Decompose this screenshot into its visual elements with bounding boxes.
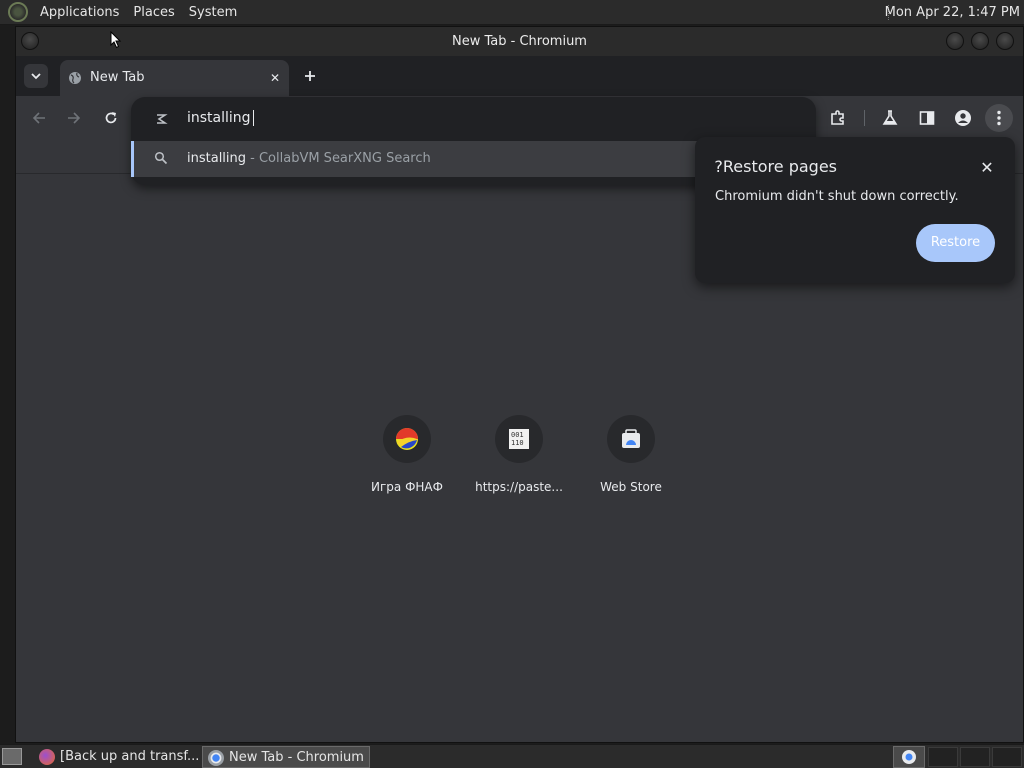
bubble-message: Chromium didn't shut down correctly. [715,189,959,204]
side-panel-icon [919,111,935,125]
chromium-icon [208,750,224,766]
panel-clock[interactable]: Mon Apr 22, 1:47 PM [885,0,1020,25]
suggestion-query: installing [187,151,247,166]
shortcut-tile[interactable]: Игра ФНАФ [351,415,463,494]
svg-text:001: 001 [511,431,524,439]
taskbar-item-label: New Tab - Chromium [229,750,364,765]
distro-logo-icon[interactable] [8,2,28,22]
top-panel: Applications Places System Mon Apr 22, 1… [0,0,1024,25]
address-bar[interactable]: installing [131,97,816,141]
toolbar-divider [864,110,865,126]
restore-pages-bubble: Restore pages? ✕ Chromium didn't shut do… [695,137,1015,283]
workspace-3[interactable] [960,747,990,767]
shortcut-tile[interactable]: 001 110 https://paste... [463,415,575,494]
shortcut-icon-circle [383,415,431,463]
shortcut-title: Игра ФНАФ [371,480,443,494]
puzzle-piece-icon [831,110,844,125]
searxng-icon [157,114,168,124]
back-arrow-icon [32,112,45,124]
maximize-button[interactable] [971,32,989,50]
tab-search-button[interactable] [24,64,48,88]
workspace-4[interactable] [992,747,1022,767]
svg-text:110: 110 [511,439,524,447]
browser-menu-button[interactable] [985,104,1013,132]
binary-document-icon: 001 110 [509,429,529,449]
reload-button[interactable] [97,104,125,132]
side-panel-button[interactable] [913,104,941,132]
applications-menu[interactable]: Applications [33,0,126,25]
shortcut-tile[interactable]: Web Store [575,415,687,494]
firefox-icon [39,749,55,765]
shortcut-icon-circle: 001 110 [495,415,543,463]
workspace-2[interactable] [928,747,958,767]
minimize-button[interactable] [946,32,964,50]
show-desktop-icon[interactable] [2,748,22,765]
close-window-button[interactable] [996,32,1014,50]
chromium-icon [902,750,916,764]
plus-icon [305,71,315,81]
tab-close-icon[interactable]: ✕ [267,70,283,86]
shortcut-title: Web Store [600,480,662,494]
close-icon[interactable]: ✕ [977,157,997,177]
back-button[interactable] [25,104,53,132]
bubble-title: Restore pages? [715,157,837,176]
tab-title: New Tab [90,70,145,85]
window-titlebar[interactable]: New Tab - Chromium [16,27,1023,56]
shortcut-icon-circle [607,415,655,463]
address-bar-input[interactable]: installing [187,97,254,139]
flask-icon [882,110,898,125]
reload-icon [105,112,117,124]
restore-button[interactable]: Restore [916,224,995,262]
fnaf-icon [396,428,418,450]
taskbar-item-chromium[interactable]: New Tab - Chromium [202,746,370,768]
profile-button[interactable] [949,104,977,132]
taskbar-item-label: [Back up and transf... [60,749,198,764]
taskbar-item-firefox[interactable]: [Back up and transf... [34,746,198,768]
search-icon [154,151,168,165]
bottom-taskbar: [Back up and transf... New Tab - Chromiu… [0,744,1024,768]
suggestion-text: installing - CollabVM SearXNG Search [187,141,431,177]
suggestion-description: - CollabVM SearXNG Search [246,151,431,166]
person-icon [955,110,971,126]
mouse-cursor-icon [110,31,122,49]
window-title: New Tab - Chromium [452,34,587,49]
chevron-down-icon [31,73,41,80]
tab-strip: New Tab ✕ [16,56,1023,96]
shortcut-title: https://paste... [475,480,563,494]
panel-menu-bar: Applications Places System [0,0,244,25]
labs-button[interactable] [876,104,904,132]
system-menu[interactable]: System [182,0,244,25]
web-store-icon [622,429,640,448]
new-tab-button[interactable] [298,64,322,88]
three-dots-vertical-icon [997,110,1001,126]
text-caret [252,110,254,126]
forward-arrow-icon [68,112,81,124]
places-menu[interactable]: Places [126,0,181,25]
workspace-switcher[interactable] [893,746,925,768]
globe-icon [69,72,81,84]
forward-button[interactable] [60,104,88,132]
tab-new-tab[interactable]: New Tab ✕ [60,60,289,96]
extensions-button[interactable] [824,104,852,132]
